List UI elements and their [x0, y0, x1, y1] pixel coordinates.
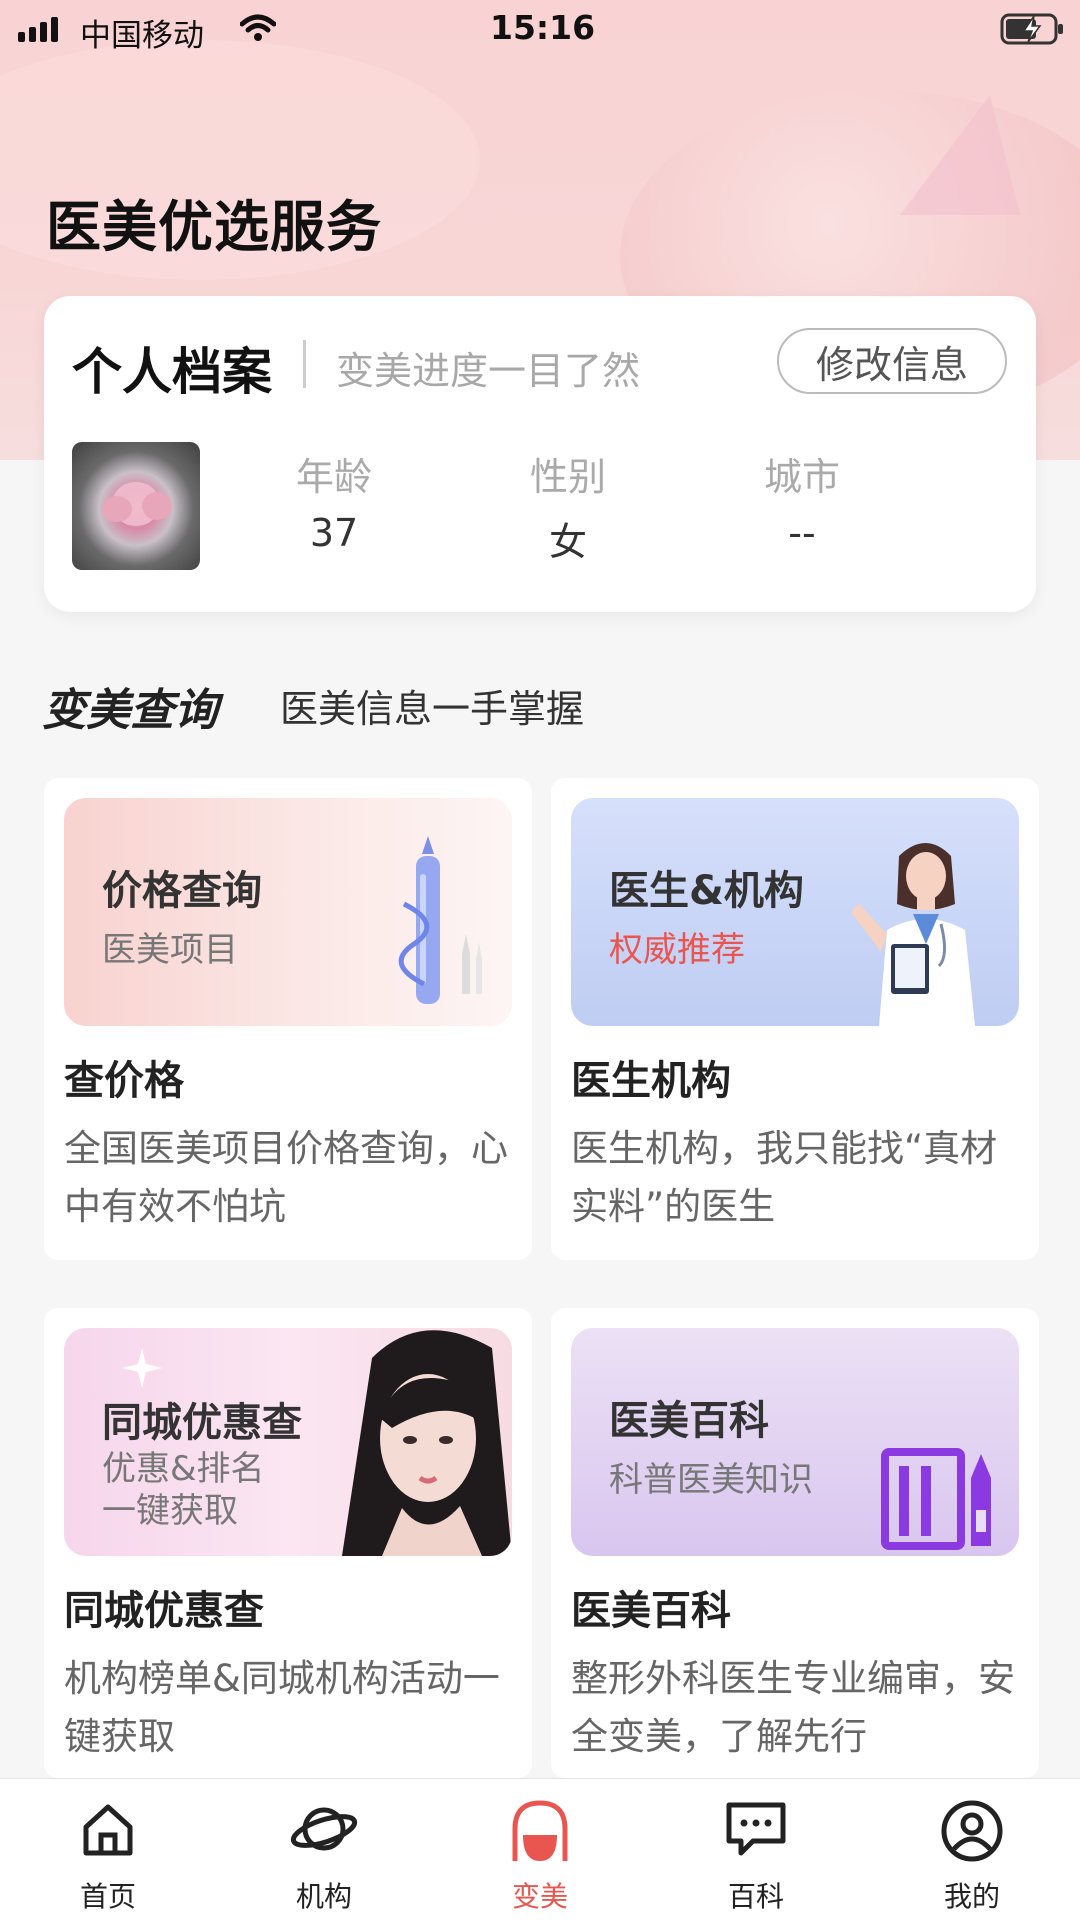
deals-banner: 同城优惠查 优惠&排名 一键获取 — [64, 1328, 512, 1556]
gender-value: 女 — [548, 520, 587, 564]
gender-stat: 性别 女 — [498, 446, 638, 566]
status-bar: 中国移动 15:16 — [0, 0, 1080, 60]
banner-subtitle: 权威推荐 — [609, 930, 745, 970]
profile-title: 个人档案 — [72, 343, 272, 401]
avatar[interactable] — [72, 442, 200, 570]
card-description: 医生机构，我只能找“真材实料”的医生 — [571, 1127, 998, 1228]
battery-charging-icon — [1000, 13, 1063, 45]
tab-label: 百科 — [727, 1880, 784, 1913]
model-portrait — [342, 1330, 512, 1556]
banner-subtitle-line1: 优惠&排名 — [102, 1449, 265, 1489]
local-deals-card[interactable]: 同城优惠查 优惠&排名 一键获取 同城优惠查 机构榜单&同城机构活动一键获取 — [44, 1308, 532, 1778]
chat-icon — [726, 1802, 786, 1856]
wifi-icon — [240, 14, 276, 41]
signal-icon — [18, 16, 58, 42]
gender-label: 性别 — [529, 455, 606, 499]
status-time: 15:16 — [490, 8, 596, 47]
card-description: 机构榜单&同城机构活动一键获取 — [64, 1657, 500, 1758]
planet-icon — [290, 1807, 358, 1851]
book-icon — [881, 1448, 991, 1550]
ampoule-icon — [398, 836, 482, 1004]
age-label: 年龄 — [295, 455, 372, 499]
tab-beauty[interactable]: 变美 — [432, 1779, 648, 1920]
tab-mine[interactable]: 我的 — [864, 1779, 1080, 1920]
user-icon — [941, 1800, 1003, 1862]
card-title: 医美百科 — [571, 1588, 731, 1634]
city-label: 城市 — [763, 455, 840, 499]
profile-subtitle: 变美进度一目了然 — [336, 349, 641, 393]
home-icon — [83, 1804, 133, 1856]
bottom-tab-bar: 首页 机构 变美 百科 我的 — [0, 1778, 1080, 1920]
doctor-institution-card[interactable]: 医生&机构 权威推荐 医生机构 医生机构，我只能找“真材实料”的医生 — [551, 778, 1039, 1260]
banner-subtitle: 优惠&排名 一键获取 — [102, 1448, 265, 1532]
profile-card: 个人档案 变美进度一目了然 修改信息 年龄 37 性别 女 城市 -- — [44, 296, 1036, 612]
banner-title: 价格查询 — [102, 868, 262, 914]
card-title: 同城优惠查 — [64, 1588, 264, 1634]
banner-title: 医生&机构 — [609, 868, 804, 914]
card-title: 查价格 — [64, 1058, 184, 1104]
card-description: 整形外科医生专业编审，安全变美，了解先行 — [571, 1657, 1015, 1758]
page-title: 医美优选服务 — [46, 195, 383, 259]
section-subtitle: 医美信息一手掌握 — [280, 687, 585, 731]
sparkle-icon — [122, 1348, 162, 1388]
edit-info-button[interactable]: 修改信息 — [777, 328, 1007, 394]
banner-title: 医美百科 — [609, 1398, 769, 1444]
tab-label: 首页 — [79, 1880, 136, 1913]
doctor-illustration — [851, 843, 975, 1026]
doctor-banner: 医生&机构 权威推荐 — [571, 798, 1019, 1026]
banner-subtitle: 医美项目 — [102, 930, 238, 970]
tab-institution[interactable]: 机构 — [216, 1779, 432, 1920]
section-title: 变美查询 — [42, 685, 218, 736]
city-value: -- — [788, 511, 816, 555]
tab-label: 变美 — [511, 1880, 568, 1913]
tab-label: 机构 — [295, 1880, 352, 1913]
card-description: 全国医美项目价格查询，心中有效不怕坑 — [64, 1127, 508, 1228]
carrier-name: 中国移动 — [80, 18, 204, 54]
banner-title: 同城优惠查 — [102, 1400, 302, 1446]
banner-subtitle-line2: 一键获取 — [102, 1491, 238, 1531]
city-stat: 城市 -- — [732, 446, 872, 555]
divider — [303, 340, 306, 388]
tab-label: 我的 — [943, 1880, 1000, 1913]
beauty-icon — [512, 1800, 568, 1861]
price-query-card[interactable]: 价格查询 医美项目 查价格 全国医美项目价格查询，心中有效不怕坑 — [44, 778, 532, 1260]
price-banner: 价格查询 医美项目 — [64, 798, 512, 1026]
tab-encyclopedia[interactable]: 百科 — [648, 1779, 864, 1920]
banner-subtitle: 科普医美知识 — [609, 1460, 813, 1500]
tab-home[interactable]: 首页 — [0, 1779, 216, 1920]
encyclopedia-card[interactable]: 医美百科 科普医美知识 医美百科 整形外科医生专业编审，安全变美，了解先行 — [551, 1308, 1039, 1778]
age-stat: 年龄 37 — [264, 446, 404, 555]
card-title: 医生机构 — [571, 1058, 731, 1104]
age-value: 37 — [309, 511, 359, 555]
encyclopedia-banner: 医美百科 科普医美知识 — [571, 1328, 1019, 1556]
